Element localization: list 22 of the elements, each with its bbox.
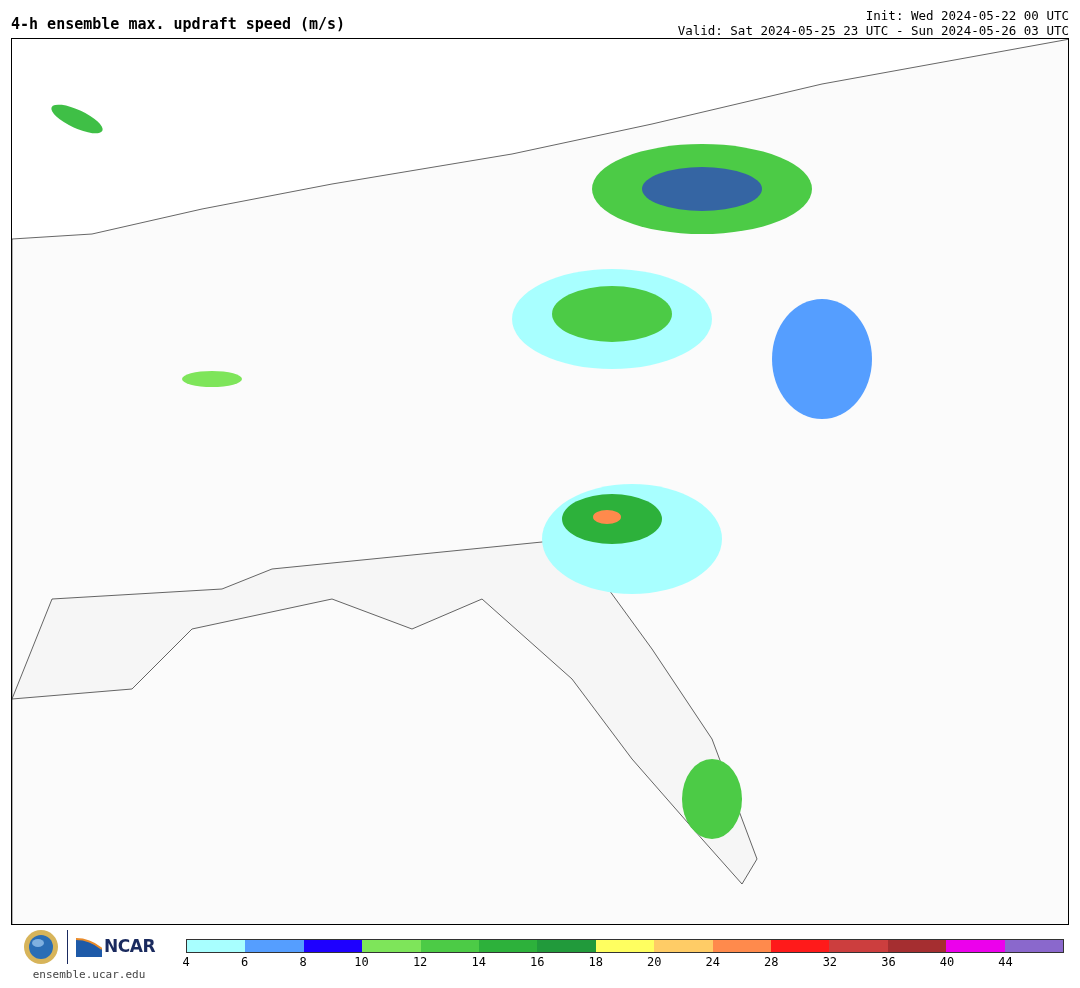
tick-label: 18	[588, 956, 603, 968]
tick-label: 16	[529, 956, 545, 968]
chart-title: 4-h ensemble max. updraft speed (m/s)	[11, 17, 346, 35]
tick-label: 28	[764, 956, 779, 968]
tick-label: 20	[647, 956, 662, 968]
tick-label: 4	[182, 956, 190, 968]
tick-label: 8	[299, 956, 307, 968]
tick-label: 6	[240, 956, 249, 968]
tick-label: 36	[881, 956, 896, 968]
tick-label: 24	[705, 956, 720, 968]
tick-label: 44	[998, 956, 1013, 968]
tick-label: 32	[822, 956, 838, 968]
tick-label: 40	[939, 956, 955, 968]
website-url: ensemble.ucar.edu	[32, 967, 146, 983]
valid-time: Valid: Sat 2024-05-25 23 UTC - Sun 2024-05-26 03 UTC	[677, 23, 1069, 38]
globe-seal-icon	[23, 929, 59, 965]
tick-label: 14	[471, 956, 486, 968]
logo-text: NCAR	[104, 935, 155, 959]
tick-label: 12	[412, 956, 428, 968]
tick-label: 10	[354, 956, 369, 968]
init-time: Init: Wed 2024-05-22 00 UTC	[864, 8, 1069, 23]
swoosh-logo-icon	[76, 937, 102, 957]
